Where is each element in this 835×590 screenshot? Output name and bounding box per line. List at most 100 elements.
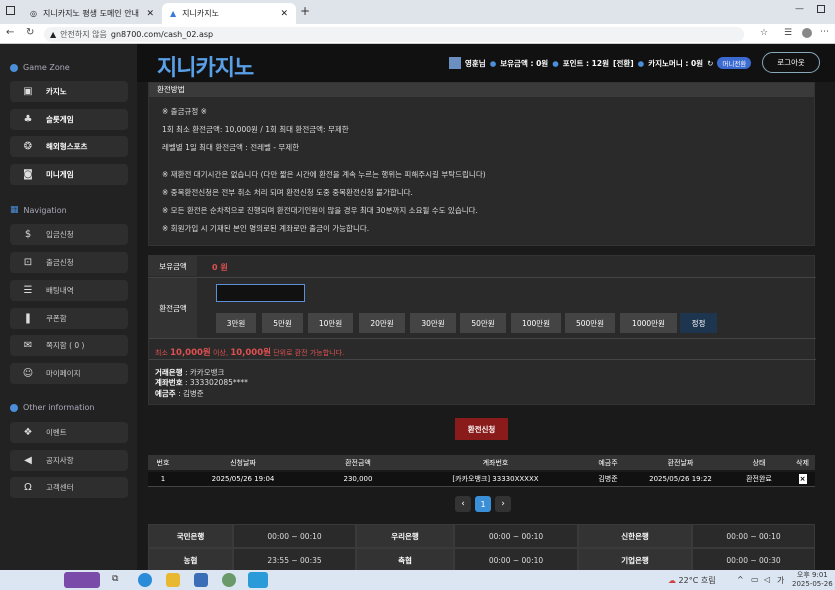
file-explorer-icon[interactable] — [166, 573, 180, 587]
delete-button[interactable]: × — [798, 474, 807, 484]
bank-name: 신한은행 — [578, 524, 692, 548]
close-icon[interactable]: ✕ — [280, 9, 288, 19]
amount-300000-button[interactable]: 30만원 — [410, 313, 456, 333]
bank-row: 농협 23:55 ~ 00:35 축협 00:00 ~ 00:10 기업은행 0… — [148, 548, 815, 572]
list-icon: ☰ — [23, 285, 33, 296]
volume-icon[interactable]: ◁ — [764, 575, 770, 584]
more-icon[interactable]: ⋯ — [820, 27, 829, 37]
sidebar-item-withdraw[interactable]: ⊡ 출금신청 — [10, 252, 128, 273]
bank-name: 기업은행 — [578, 548, 692, 572]
favorites-icon[interactable]: ☰ — [784, 28, 792, 38]
holder-value: : 김병준 — [178, 389, 204, 398]
sidebar-item-label: 입금신청 — [46, 230, 74, 239]
megaphone-icon: ◀ — [24, 455, 32, 466]
sidebar-item-mypage[interactable]: ☺ 마이페이지 — [10, 363, 128, 384]
cherry-icon: ♣ — [23, 114, 33, 125]
holder-row: 예금주 : 김병준 — [155, 388, 204, 399]
note-min: 10,000원 — [170, 348, 211, 358]
amount-100000-button[interactable]: 10만원 — [308, 313, 353, 333]
note-text: 단위로 환전 가능합니다. — [273, 349, 345, 357]
sidebar-item-sports[interactable]: ❂ 해외형스포츠 — [10, 136, 128, 157]
close-icon[interactable]: ✕ — [146, 9, 154, 19]
prev-page-button[interactable]: ‹ — [455, 496, 471, 512]
username: 영훈님 — [465, 58, 486, 68]
sidebar-item-messages[interactable]: ✉ 쪽지함 ( 0 ) — [10, 335, 128, 356]
clock[interactable]: 오후 9:01 2025-05-26 — [792, 571, 833, 589]
sidebar-item-deposit[interactable]: $ 입금신청 — [10, 224, 128, 245]
logout-button[interactable]: 로그아웃 — [762, 52, 820, 73]
ime-indicator[interactable]: 가 — [777, 575, 784, 586]
url-text: gn8700.com/cash_02.asp — [110, 30, 214, 39]
sidebar-item-casino[interactable]: ▣ 카지노 — [10, 81, 128, 102]
weather-widget[interactable]: ☁ 22°C 흐림 — [668, 575, 716, 586]
bank-name: 농협 — [148, 548, 233, 572]
cell-no: 1 — [160, 475, 166, 483]
balance-label: 보유금액 — [149, 256, 197, 276]
tab-casino[interactable]: ▲ 지니카지노 ✕ — [162, 3, 296, 24]
convert-points-link[interactable]: [전환] — [613, 58, 634, 69]
sidebar-item-label: 쪽지함 ( 0 ) — [46, 341, 85, 350]
section-title: Other information — [23, 403, 95, 412]
start-widget-icon[interactable] — [64, 572, 100, 588]
bank-row: 국민은행 00:00 ~ 00:10 우리은행 00:00 ~ 00:10 신한… — [148, 524, 815, 548]
amount-30000-button[interactable]: 3만원 — [216, 313, 256, 333]
minimize-icon[interactable]: — — [795, 4, 804, 14]
info-icon — [10, 403, 18, 412]
chevron-up-icon[interactable]: ^ — [737, 575, 744, 584]
amount-500000-button[interactable]: 50만원 — [460, 313, 506, 333]
bank-name: 축협 — [356, 548, 454, 572]
store-icon[interactable] — [194, 573, 208, 587]
cell-withdraw-date: 2025/05/26 19:22 — [649, 475, 712, 483]
rules-panel: 환전방법 ※ 출금규정 ※ 1회 최소 환전금액: 10,000원 / 1회 최… — [148, 82, 815, 246]
site-logo[interactable]: 지니카지노 — [157, 50, 254, 82]
money-convert-button[interactable]: 머니전환 — [717, 57, 752, 69]
profile-avatar[interactable] — [802, 28, 812, 38]
apply-withdraw-button[interactable]: 환전신청 — [455, 418, 508, 440]
sidebar-item-notice[interactable]: ◀ 공지사항 — [10, 450, 128, 471]
star-icon[interactable]: ☆ — [760, 28, 768, 38]
account-label: 계좌번호 — [155, 378, 183, 387]
note-unit: 10,000원 — [230, 348, 271, 358]
amount-200000-button[interactable]: 20만원 — [359, 313, 405, 333]
edge-browser-icon[interactable] — [138, 573, 152, 587]
telegram-icon[interactable] — [248, 572, 268, 588]
column-header: 계좌번호 — [482, 458, 509, 467]
reset-button[interactable]: 정정 — [680, 313, 717, 333]
sidebar-item-bet-history[interactable]: ☰ 배팅내역 — [10, 280, 128, 301]
user-icon: ☺ — [22, 368, 34, 379]
sidebar-item-support[interactable]: Ω 고객센터 — [10, 477, 128, 498]
page-1-button[interactable]: 1 — [475, 496, 491, 512]
weather-text: 22°C 흐림 — [678, 576, 716, 585]
amount-10000000-button[interactable]: 1000만원 — [620, 313, 677, 333]
amount-5000000-button[interactable]: 500만원 — [565, 313, 615, 333]
sidebar-item-slot[interactable]: ♣ 슬롯게임 — [10, 109, 128, 130]
grid-icon: ▦ — [10, 205, 19, 215]
cell-amount: 230,000 — [343, 475, 373, 483]
sidebar-item-label: 해외형스포츠 — [46, 142, 88, 151]
sidebar-item-coupon[interactable]: ❚ 쿠폰함 — [10, 308, 128, 329]
network-icon[interactable]: ▭ — [751, 575, 759, 584]
refresh-icon[interactable]: ↻ — [707, 59, 713, 68]
amount-input[interactable] — [216, 284, 305, 302]
tab-domain-info[interactable]: ◎ 지니카지노 평생 도메인 안내 ✕ — [22, 3, 162, 24]
app-icon[interactable] — [222, 573, 236, 587]
amount-1000000-button[interactable]: 100만원 — [511, 313, 561, 333]
url-field[interactable]: ▲ 안전하지 않음 gn8700.com/cash_02.asp — [44, 27, 744, 42]
window-menu-icon[interactable] — [6, 6, 15, 15]
section-navigation: ▦ Navigation — [10, 205, 67, 215]
coin-icon: ● — [489, 58, 497, 68]
back-icon[interactable]: ← — [6, 27, 14, 38]
sidebar-item-minigame[interactable]: ◙ 미니게임 — [10, 164, 128, 185]
refresh-icon[interactable]: ↻ — [26, 27, 34, 38]
sidebar-item-label: 마이페이지 — [46, 369, 81, 378]
site-header: 지니카지노 영훈님 ● 보유금액 : 0원 ● 포인트 : 12원 [전환] ●… — [137, 44, 835, 82]
sidebar-item-label: 출금신청 — [46, 258, 74, 267]
next-page-button[interactable]: › — [495, 496, 511, 512]
site-favicon-icon: ▲ — [170, 9, 177, 18]
task-view-icon[interactable]: ⧉ — [112, 574, 118, 584]
amount-50000-button[interactable]: 5만원 — [262, 313, 303, 333]
new-tab-button[interactable]: + — [300, 4, 310, 18]
coupon-icon: ❚ — [23, 313, 33, 324]
maximize-icon[interactable] — [817, 5, 825, 13]
sidebar-item-event[interactable]: ❖ 이벤트 — [10, 422, 128, 443]
